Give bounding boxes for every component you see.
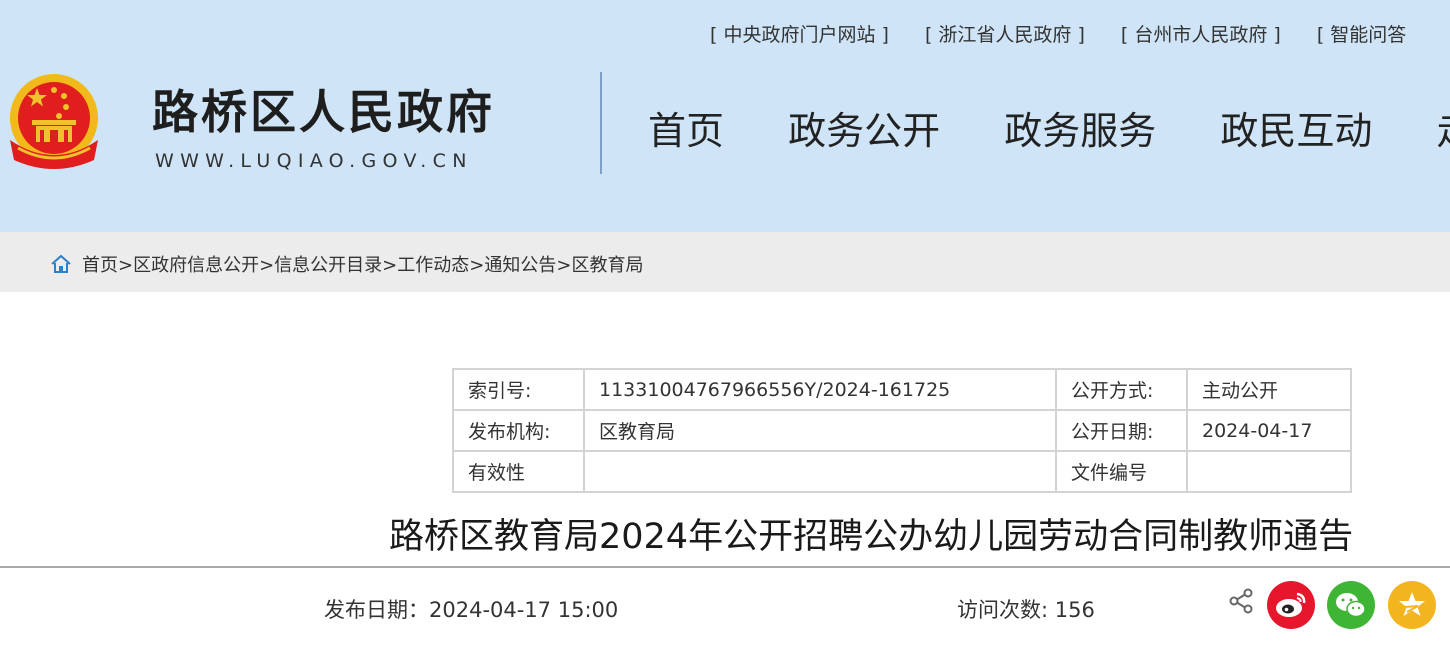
weibo-icon bbox=[1276, 592, 1306, 617]
breadcrumb: 首页> 区政府信息公开> 信息公开目录> 工作动态> 通知公告> 区教育局 bbox=[0, 232, 1450, 292]
disclosure-date-label: 公开日期: bbox=[1055, 409, 1188, 452]
disclosure-method-value: 主动公开 bbox=[1186, 368, 1352, 411]
title-divider bbox=[0, 566, 1450, 568]
wechat-icon bbox=[1336, 593, 1366, 618]
table-row: 索引号: 11331004767966556Y/2024-161725 公开方式… bbox=[452, 368, 1352, 411]
breadcrumb-home[interactable]: 首页> bbox=[82, 251, 133, 277]
document-number-label: 文件编号 bbox=[1055, 450, 1188, 493]
breadcrumb-work-news[interactable]: 工作动态> bbox=[397, 251, 484, 277]
breadcrumb-education-bureau[interactable]: 区教育局 bbox=[571, 251, 643, 277]
link-smart-qa[interactable]: [ 智能问答 bbox=[1317, 20, 1406, 47]
table-row: 发布机构: 区教育局 公开日期: 2024-04-17 bbox=[452, 409, 1352, 452]
validity-value bbox=[583, 450, 1057, 493]
site-title[interactable]: 路桥区人民政府 bbox=[152, 76, 495, 142]
nav-interaction[interactable]: 政民互动 bbox=[1220, 100, 1372, 155]
publish-date: 发布日期：2024-04-17 15:00 bbox=[324, 598, 619, 622]
share-qzone-button[interactable] bbox=[1388, 581, 1436, 629]
publisher-label: 发布机构: bbox=[452, 409, 585, 452]
top-links: [ 中央政府门户网站 ] [ 浙江省人民政府 ] [ 台州市人民政府 ] [ 智… bbox=[710, 20, 1436, 47]
table-row: 有效性 文件编号 bbox=[452, 450, 1352, 493]
share-wechat-button[interactable] bbox=[1327, 581, 1375, 629]
share-icon[interactable] bbox=[1228, 588, 1254, 614]
breadcrumb-notices[interactable]: 通知公告> bbox=[484, 251, 571, 277]
share-weibo-button[interactable] bbox=[1267, 581, 1315, 629]
link-zhejiang-gov[interactable]: [ 浙江省人民政府 ] bbox=[925, 20, 1085, 47]
nav-gov-affairs-open[interactable]: 政务公开 bbox=[788, 100, 940, 155]
home-icon[interactable] bbox=[50, 254, 72, 274]
link-central-gov[interactable]: [ 中央政府门户网站 ] bbox=[710, 20, 889, 47]
header-divider bbox=[600, 72, 602, 174]
document-number-value bbox=[1186, 450, 1352, 493]
publisher-value: 区教育局 bbox=[583, 409, 1057, 452]
disclosure-date-value: 2024-04-17 bbox=[1186, 409, 1352, 452]
qzone-star-icon bbox=[1399, 592, 1425, 616]
site-url: WWW.LUQIAO.GOV.CN bbox=[155, 150, 473, 172]
article-title: 路桥区教育局2024年公开招聘公办幼儿园劳动合同制教师通告 bbox=[389, 517, 1354, 557]
visit-count: 访问次数: 156 bbox=[957, 598, 1095, 622]
index-number-label: 索引号: bbox=[452, 368, 585, 411]
nav-gov-services[interactable]: 政务服务 bbox=[1004, 100, 1156, 155]
national-emblem[interactable] bbox=[4, 70, 104, 176]
breadcrumb-catalog[interactable]: 信息公开目录> bbox=[274, 251, 397, 277]
main-nav: 首页 政务公开 政务服务 政民互动 走进 bbox=[648, 100, 1450, 155]
link-taizhou-gov[interactable]: [ 台州市人民政府 ] bbox=[1121, 20, 1281, 47]
info-meta-table: 索引号: 11331004767966556Y/2024-161725 公开方式… bbox=[452, 368, 1352, 493]
index-number-value: 11331004767966556Y/2024-161725 bbox=[583, 368, 1057, 411]
nav-about[interactable]: 走进 bbox=[1436, 100, 1450, 155]
disclosure-method-label: 公开方式: bbox=[1055, 368, 1188, 411]
nav-home[interactable]: 首页 bbox=[648, 100, 724, 155]
validity-label: 有效性 bbox=[452, 450, 585, 493]
breadcrumb-info-open[interactable]: 区政府信息公开> bbox=[133, 251, 274, 277]
site-header: [ 中央政府门户网站 ] [ 浙江省人民政府 ] [ 台州市人民政府 ] [ 智… bbox=[0, 0, 1450, 232]
